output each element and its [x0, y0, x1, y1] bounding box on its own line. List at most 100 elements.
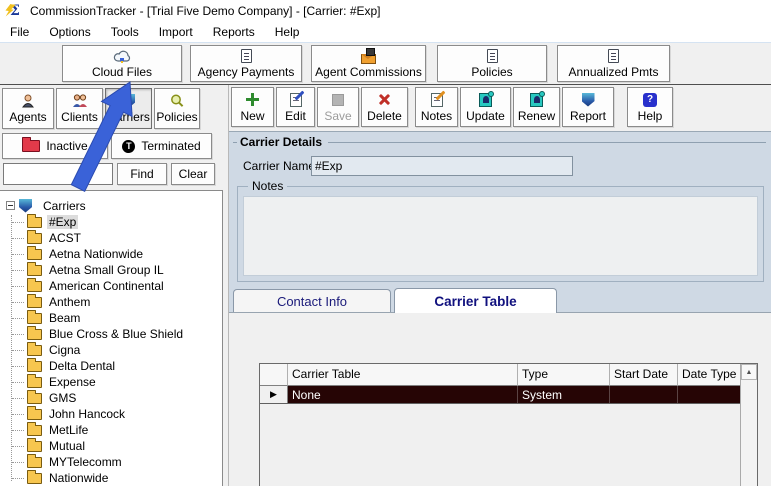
tree-connector [12, 429, 24, 431]
folder-icon [27, 213, 42, 228]
menu-options[interactable]: Options [39, 22, 100, 42]
folder-icon [27, 309, 42, 324]
tree-item[interactable]: Cigna [0, 341, 222, 358]
cell-start-date[interactable] [610, 386, 678, 403]
delete-button[interactable]: Delete [361, 87, 408, 127]
tab-carrier-table[interactable]: Carrier Table [394, 288, 557, 313]
tree-connector [12, 285, 24, 287]
menu-file[interactable]: File [0, 22, 39, 42]
scroll-up-icon[interactable]: ▲ [741, 364, 757, 380]
vertical-scrollbar[interactable]: ▲ ▼ [740, 364, 757, 486]
carrier-detail-panel: New Edit Save Delete Notes Update Renew … [228, 85, 771, 486]
tree-item[interactable]: Beam [0, 309, 222, 326]
tree-item[interactable]: Expense [0, 373, 222, 390]
tree-connector [12, 397, 24, 399]
tree-item-label: ACST [49, 231, 82, 245]
column-header-date-type[interactable]: Date Type [678, 364, 742, 386]
tree-item[interactable]: Aetna Nationwide [0, 245, 222, 262]
update-button[interactable]: Update [460, 87, 511, 127]
question-icon [643, 92, 657, 108]
collapse-icon[interactable] [6, 201, 15, 210]
tree-connector [12, 381, 24, 383]
agents-button[interactable]: Agents [2, 88, 54, 129]
tree-item-label: #Exp [47, 215, 79, 229]
column-header-carrier-table[interactable]: Carrier Table [288, 364, 518, 386]
report-button[interactable]: Report [562, 87, 614, 127]
column-header-type[interactable]: Type [518, 364, 610, 386]
cell-carrier-table[interactable]: None [288, 386, 518, 403]
button-label: Terminated [141, 138, 201, 153]
policies-nav-button[interactable]: Policies [154, 88, 200, 129]
tree-root-carriers[interactable]: Carriers [0, 197, 222, 214]
button-label: New [240, 108, 265, 123]
tree-item[interactable]: ACST [0, 229, 222, 246]
agency-payments-button[interactable]: Agency Payments [190, 45, 302, 82]
tab-contact-info[interactable]: Contact Info [233, 289, 391, 312]
terminated-button[interactable]: Terminated [111, 133, 212, 159]
folder-icon [27, 245, 42, 260]
policies-button[interactable]: Policies [437, 45, 547, 82]
menu-import[interactable]: Import [149, 22, 203, 42]
tree-item[interactable]: Aetna Small Group IL [0, 261, 222, 278]
renew-button[interactable]: Renew [513, 87, 560, 127]
table-row[interactable]: ▶ None System [260, 386, 757, 404]
button-label: Help [637, 108, 663, 123]
button-label: Agents [9, 110, 47, 124]
column-header-start-date[interactable]: Start Date [610, 364, 678, 386]
cell-date-type[interactable] [678, 386, 742, 403]
tree-item[interactable]: Nationwide [0, 469, 222, 486]
search-input[interactable] [3, 163, 113, 185]
search-row: Find Clear [0, 163, 228, 187]
tree-item[interactable]: MYTelecomm [0, 453, 222, 470]
clear-button[interactable]: Clear [171, 163, 215, 185]
row-selector[interactable]: ▶ [260, 386, 288, 403]
clients-button[interactable]: Clients [56, 88, 103, 129]
menu-tools[interactable]: Tools [101, 22, 149, 42]
shield-icon [19, 198, 32, 213]
carriers-button[interactable]: Carriers [105, 88, 152, 129]
tree-item-label: Nationwide [49, 471, 109, 485]
button-label: Inactive [46, 138, 88, 153]
scroll-icon [479, 90, 494, 108]
carrier-name-input[interactable] [311, 156, 573, 176]
carrier-table-grid: Carrier Table Type Start Date Date Type … [259, 363, 758, 486]
tree-item[interactable]: Delta Dental [0, 357, 222, 374]
save-button[interactable]: Save [317, 87, 359, 127]
menu-help[interactable]: Help [265, 22, 310, 42]
inactive-button[interactable]: Inactive [2, 133, 108, 159]
title-bar: CommissionTracker - [Trial Five Demo Com… [0, 0, 771, 22]
tree-connector [12, 317, 24, 319]
tree-connector [12, 461, 24, 463]
tree-item-label: Mutual [49, 439, 86, 453]
detail-toolbar: New Edit Save Delete Notes Update Renew … [229, 85, 771, 131]
notes-label: Notes [248, 179, 288, 193]
tree-item[interactable]: MetLife [0, 421, 222, 438]
new-button[interactable]: New [231, 87, 274, 127]
menu-reports[interactable]: Reports [203, 22, 265, 42]
edit-button[interactable]: Edit [276, 87, 315, 127]
annualized-pmts-button[interactable]: Annualized Pmts [557, 45, 670, 82]
grid-header-row: Carrier Table Type Start Date Date Type [260, 364, 757, 386]
folder-icon [27, 437, 42, 452]
folder-icon [27, 453, 42, 468]
black-circle-icon [122, 138, 136, 154]
row-marker-icon: ▶ [270, 389, 277, 399]
tree-item[interactable]: Anthem [0, 293, 222, 310]
tree-item[interactable]: #Exp [0, 213, 222, 230]
cloud-files-button[interactable]: Cloud Files [62, 45, 182, 82]
notes-textarea[interactable] [243, 196, 758, 276]
tree-item-label: Blue Cross & Blue Shield [49, 327, 184, 341]
agent-commissions-button[interactable]: Agent Commissions [311, 45, 426, 82]
tree-item[interactable]: American Continental [0, 277, 222, 294]
notes-button[interactable]: Notes [415, 87, 458, 127]
help-button[interactable]: Help [627, 87, 673, 127]
cloud-icon [113, 48, 131, 64]
app-icon [6, 3, 25, 20]
tree-item[interactable]: Mutual [0, 437, 222, 454]
tree-item[interactable]: John Hancock [0, 405, 222, 422]
cell-type[interactable]: System [518, 386, 610, 403]
tree-item[interactable]: GMS [0, 389, 222, 406]
people-icon [72, 93, 88, 109]
tree-item[interactable]: Blue Cross & Blue Shield [0, 325, 222, 342]
find-button[interactable]: Find [117, 163, 167, 185]
